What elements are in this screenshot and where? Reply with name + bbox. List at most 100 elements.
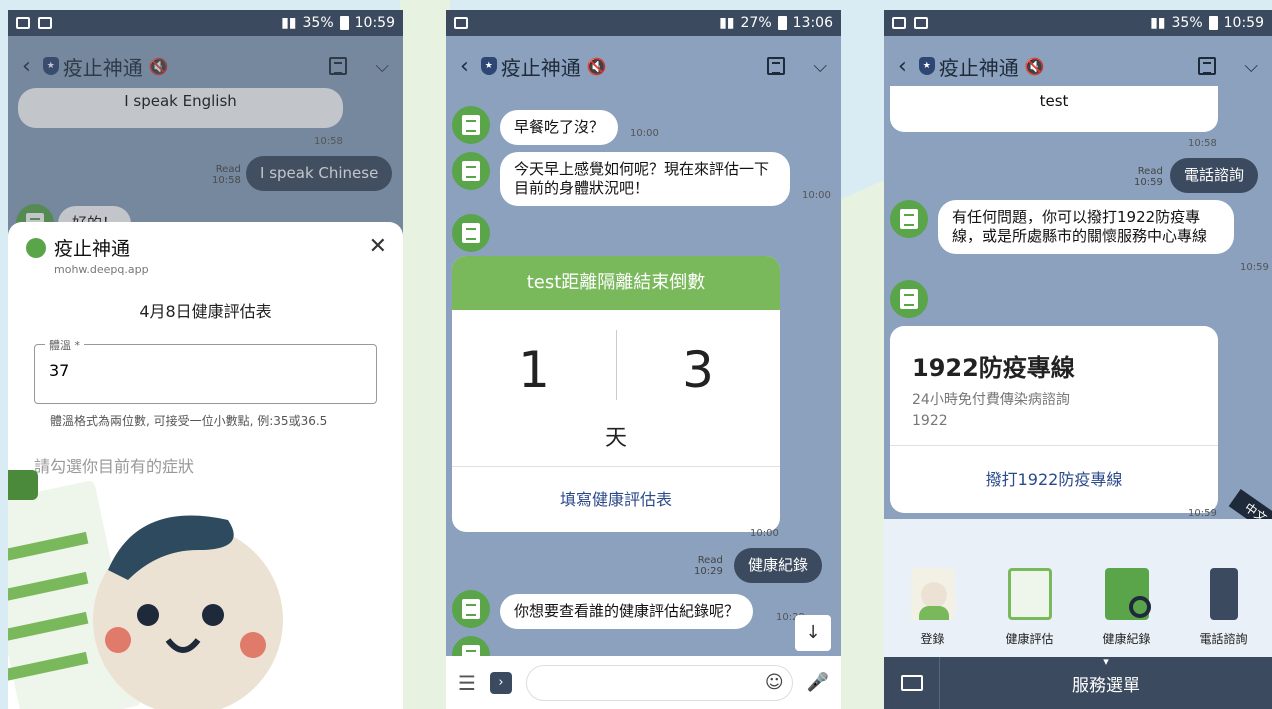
image-icon <box>454 17 468 29</box>
signal-icon: ▮▮ <box>1150 15 1166 31</box>
chevron-right-icon[interactable]: › <box>489 671 512 694</box>
chevron-down-icon[interactable]: ⌵ <box>813 56 827 77</box>
document-icon <box>462 161 480 181</box>
chevron-down-icon[interactable]: ⌵ <box>1244 56 1258 77</box>
sheet-title: 疫止神通 <box>54 238 131 260</box>
read-receipt: Read 10:59 <box>1134 166 1163 188</box>
field-label: 體溫 * <box>45 337 84 353</box>
scroll-down-button[interactable]: ↓ <box>795 615 831 651</box>
status-bar: ▮▮ 35% 10:59 <box>8 10 403 36</box>
message-bubble: 你想要查看誰的健康評估紀錄呢？ <box>500 594 754 629</box>
bot-avatar <box>452 106 490 144</box>
close-icon[interactable]: ✕ <box>369 234 387 259</box>
emoji-icon[interactable]: ☺ <box>765 672 784 693</box>
hotline-title: 1922防疫專線 <box>912 354 1075 382</box>
countdown-digits: 1 3 <box>452 310 780 430</box>
message-time: 10:00 <box>750 528 779 539</box>
message-icon <box>38 17 52 29</box>
message-time: 10:00 <box>802 190 831 201</box>
message-bubble: 早餐吃了沒？ <box>500 110 619 145</box>
clock: 13:06 <box>792 15 833 31</box>
keyboard-icon[interactable] <box>884 657 940 709</box>
message-icon <box>914 17 928 29</box>
document-icon <box>900 289 918 309</box>
message-bubble: test <box>890 86 1218 132</box>
shield-icon: ★ <box>918 57 935 75</box>
status-bar: ▮▮ 27% 13:06 <box>446 10 841 36</box>
sent-bubble: 健康紀錄 <box>734 548 823 583</box>
hotline-subtitle: 24小時免付費傳染病諮詢 <box>912 392 1070 408</box>
battery-icon <box>339 16 349 30</box>
bot-avatar <box>890 280 928 318</box>
notes-icon[interactable] <box>1198 57 1217 75</box>
phone-screen-countdown: ▮▮ 27% 13:06 ‹ ★ 疫止神通 🔇 ⌵ 早餐吃了沒？ 10:00 今天早… <box>446 10 841 709</box>
menu-health-record[interactable]: 健康紀錄 <box>1078 519 1175 657</box>
mascot-illustration <box>8 470 283 709</box>
signal-icon: ▮▮ <box>719 15 735 31</box>
clock: 10:59 <box>354 15 395 31</box>
call-hotline-link[interactable]: 撥打1922防疫專線 <box>890 445 1218 513</box>
phone-screen-health-form: ▮▮ 35% 10:59 ‹ ★ 疫止神通 🔇 ⌵ I speak English … <box>8 10 403 709</box>
document-icon <box>462 599 480 619</box>
back-icon[interactable]: ‹ <box>460 54 469 79</box>
phone-icon <box>1209 568 1238 620</box>
menu-health-assessment[interactable]: 健康評估 <box>981 519 1078 657</box>
bot-avatar <box>452 214 490 252</box>
message-time: 10:59 <box>1240 262 1269 273</box>
menu-phone-consult[interactable]: 電話諮詢 <box>1175 519 1272 657</box>
battery-percent: 35% <box>1171 15 1203 31</box>
rich-menu: 登錄 健康評估 健康紀錄 電話諮詢 <box>884 519 1272 657</box>
message-time: 10:59 <box>1188 508 1217 519</box>
back-icon[interactable]: ‹ <box>898 54 907 79</box>
shield-icon: ★ <box>480 57 497 75</box>
bot-avatar <box>452 152 490 190</box>
battery-icon <box>777 16 787 30</box>
signal-icon: ▮▮ <box>281 15 297 31</box>
countdown-card: test距離隔離結束倒數 1 3 天 填寫健康評估表 <box>452 256 780 532</box>
mute-icon: 🔇 <box>1024 56 1045 76</box>
chat-title: 疫止神通 <box>938 55 1019 80</box>
message-bubble: 今天早上感覺如何呢？現在來評估一下目前的身體狀況吧！ <box>500 152 790 206</box>
service-menu-toggle[interactable]: 服務選單 <box>940 671 1272 696</box>
clipboard-icon <box>1007 568 1052 620</box>
document-icon <box>900 209 918 229</box>
battery-percent: 27% <box>740 15 772 31</box>
status-bar: ▮▮ 35% 10:59 <box>884 10 1272 36</box>
message-time: 10:00 <box>630 128 659 139</box>
message-bubble: 有任何問題，你可以撥打1922防疫專線，或是所處縣市的關懷服務中心專線 <box>938 200 1234 254</box>
hotline-card: 1922防疫專線 24小時免付費傳染病諮詢 1922 撥打1922防疫專線 <box>890 326 1218 513</box>
image-icon <box>892 17 906 29</box>
menu-register[interactable]: 登錄 <box>884 519 981 657</box>
message-input[interactable]: ☺ <box>525 664 793 701</box>
bottom-bar: 服務選單 <box>884 657 1272 709</box>
mic-icon[interactable]: 🎤 <box>807 672 829 693</box>
bot-avatar <box>452 590 490 628</box>
battery-icon <box>1208 16 1218 30</box>
digit-ones: 3 <box>682 341 714 399</box>
notes-icon[interactable] <box>767 57 786 75</box>
fill-form-link[interactable]: 填寫健康評估表 <box>452 466 780 532</box>
hotline-number: 1922 <box>912 413 948 429</box>
app-logo-icon <box>26 238 46 258</box>
input-bar: ☰ › ☺ 🎤 <box>446 656 841 709</box>
bot-avatar <box>890 200 928 238</box>
read-receipt: Read 10:29 <box>694 555 723 577</box>
field-hint: 體溫格式為兩位數, 可接受一位小數點, 例:35或36.5 <box>50 414 328 428</box>
digit-tens: 1 <box>518 341 550 399</box>
mute-icon: 🔇 <box>586 56 607 76</box>
battery-percent: 35% <box>302 15 334 31</box>
chat-title: 疫止神通 <box>500 55 581 80</box>
search-record-icon <box>1104 568 1151 620</box>
phone-screen-hotline: ▮▮ 35% 10:59 ‹ ★ 疫止神通 🔇 ⌵ test 10:58 Read 1… <box>884 10 1272 709</box>
message-time: 10:58 <box>1188 138 1217 149</box>
sent-bubble: 電話諮詢 <box>1170 158 1259 193</box>
temperature-field[interactable]: 體溫 * 37 <box>34 337 377 404</box>
field-value: 37 <box>49 361 70 380</box>
clock: 10:59 <box>1223 15 1264 31</box>
countdown-header: test距離隔離結束倒數 <box>452 256 780 310</box>
image-icon <box>16 17 30 29</box>
app-bar: ‹ ★ 疫止神通 🔇 ⌵ <box>446 36 841 96</box>
document-icon <box>462 115 480 135</box>
form-title: 4月8日健康評估表 <box>139 302 272 321</box>
menu-icon[interactable]: ☰ <box>458 671 476 695</box>
